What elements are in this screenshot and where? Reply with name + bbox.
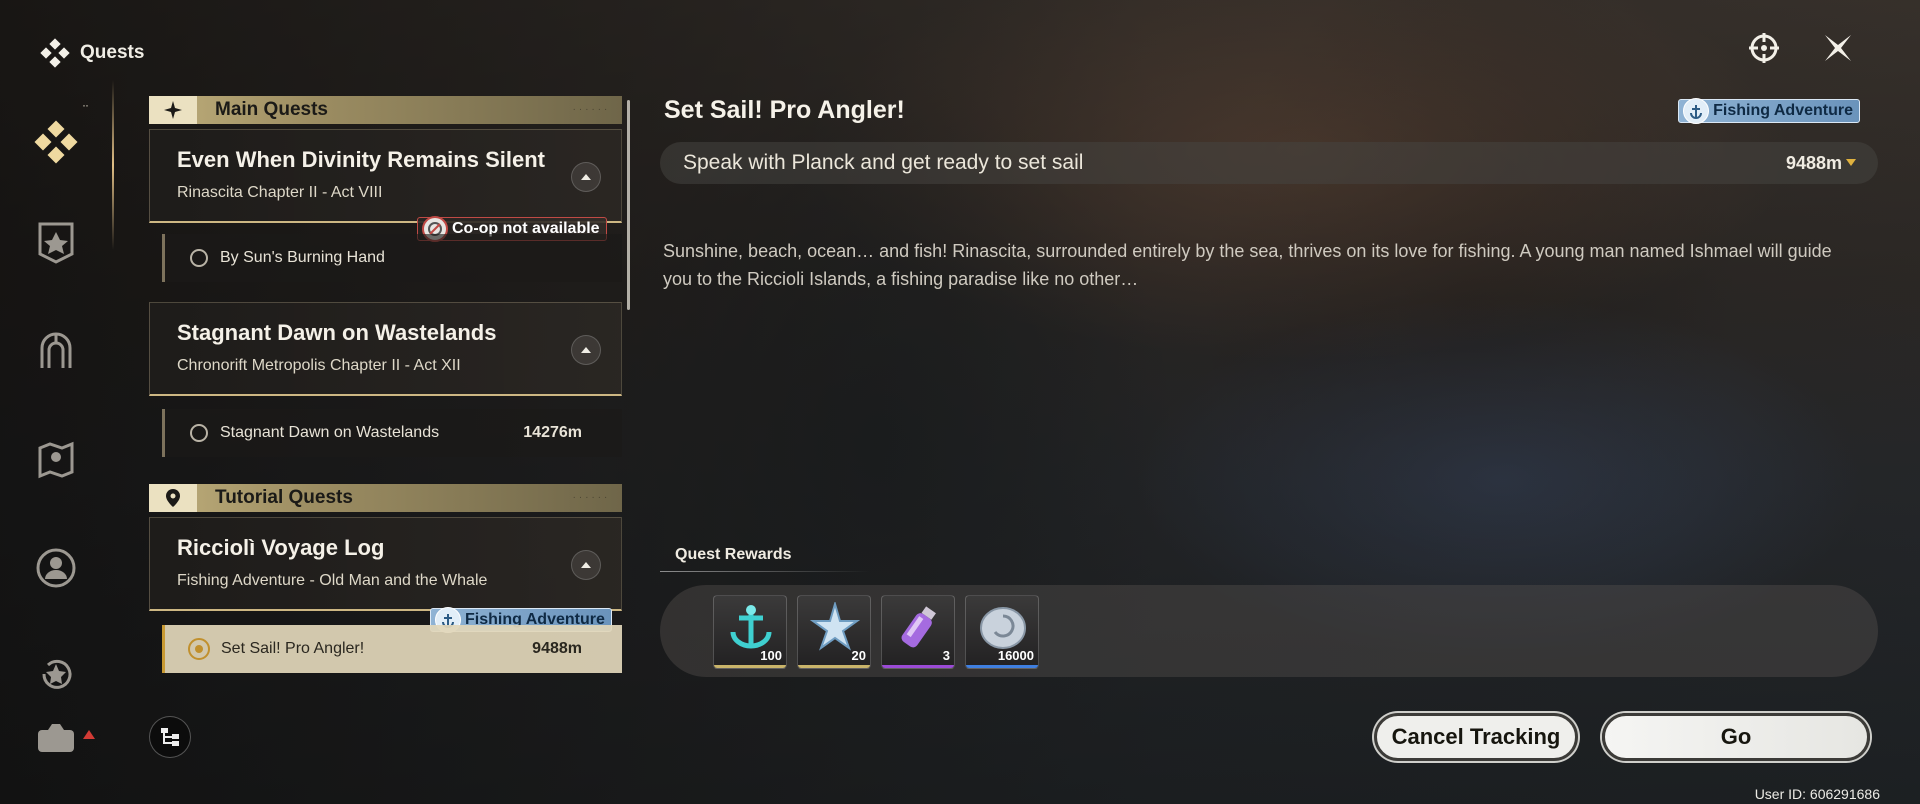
reward-count: 16000: [997, 648, 1034, 663]
tracked-step-icon: [188, 638, 210, 660]
detail-fishing-badge: Fishing Adventure: [1678, 98, 1860, 124]
rail-achievement-icon[interactable]: [34, 220, 78, 264]
cancel-tracking-button[interactable]: Cancel Tracking: [1374, 713, 1578, 761]
rail-dots: ··: [82, 98, 89, 112]
reward-item[interactable]: 100: [713, 595, 787, 669]
step-status-icon: [190, 424, 208, 442]
quest-step-set-sail[interactable]: Set Sail! Pro Angler! 9488m: [162, 625, 622, 673]
quest-tree-button[interactable]: [149, 716, 191, 758]
step-distance: 9488m: [532, 640, 582, 657]
fishing-anchor-icon: [1683, 98, 1710, 124]
detail-badge-text: Fishing Adventure: [1713, 102, 1853, 119]
go-button[interactable]: Go: [1602, 713, 1870, 761]
collapse-toggle-button[interactable]: [571, 550, 601, 580]
rail-map-icon[interactable]: [34, 438, 78, 482]
rewards-divider: [660, 571, 870, 572]
reward-count: 3: [942, 648, 950, 663]
quest-title: Even When Divinity Remains Silent: [177, 147, 545, 172]
section-tutorial-label: Tutorial Quests: [215, 487, 353, 508]
quests-logo-icon: [40, 38, 70, 68]
rail-history-icon[interactable]: [34, 652, 78, 696]
rail-quests-icon[interactable]: [34, 120, 78, 164]
rarity-bar: [714, 665, 786, 668]
rail-character-icon[interactable]: [34, 546, 78, 590]
anchor-crystal-icon: [730, 605, 772, 649]
left-rail: ··: [0, 80, 115, 760]
shell-coin-icon: [980, 607, 1026, 649]
reward-item[interactable]: 3: [881, 595, 955, 669]
section-main-quests[interactable]: Main Quests · · · · · ·: [149, 96, 622, 124]
star-shard-icon: [809, 602, 861, 651]
step-label: By Sun's Burning Hand: [220, 249, 385, 266]
quest-subtitle: Chronorift Metropolis Chapter II - Act X…: [177, 357, 461, 374]
quest-title: Ricciolì Voyage Log: [177, 535, 385, 560]
step-status-icon: [190, 249, 208, 267]
rail-alert-icon: [83, 730, 95, 739]
quest-description: Sunshine, beach, ocean… and fish! Rinasc…: [663, 241, 1832, 289]
distance-arrow-icon: [1846, 159, 1856, 166]
rail-arch-icon[interactable]: [34, 328, 78, 372]
collapse-toggle-button[interactable]: [571, 162, 601, 192]
step-label: Set Sail! Pro Angler!: [221, 640, 365, 657]
quest-card-voyage-log[interactable]: Ricciolì Voyage Log Fishing Adventure - …: [149, 517, 622, 611]
collapse-toggle-button[interactable]: [571, 335, 601, 365]
close-icon[interactable]: [1818, 28, 1858, 68]
app-title: Quests: [40, 38, 144, 68]
rail-camera-icon[interactable]: [34, 716, 78, 760]
main-quest-star-icon: [149, 96, 197, 124]
section-tutorial-quests[interactable]: Tutorial Quests · · · · · ·: [149, 484, 622, 512]
app-title-text: Quests: [80, 42, 145, 63]
section-decoration: · · · · · ·: [573, 106, 608, 114]
rail-highlight-line: [112, 80, 114, 250]
rarity-bar: [882, 665, 954, 668]
rewards-label: Quest Rewards: [675, 546, 792, 563]
quest-step-sun[interactable]: By Sun's Burning Hand: [162, 234, 622, 282]
potion-vial-icon: [901, 606, 936, 648]
quest-step-stagnant[interactable]: Stagnant Dawn on Wastelands 14276m: [162, 409, 622, 457]
user-id: User ID: 606291686: [1754, 786, 1880, 802]
reward-count: 20: [851, 648, 866, 663]
rarity-bar: [966, 665, 1038, 668]
rarity-bar: [798, 665, 870, 668]
quest-title: Stagnant Dawn on Wastelands: [177, 320, 497, 345]
tree-icon: [161, 728, 179, 746]
quest-subtitle: Fishing Adventure - Old Man and the Whal…: [177, 572, 488, 589]
quest-detail-title: Set Sail! Pro Angler!: [664, 96, 905, 124]
step-label: Stagnant Dawn on Wastelands: [220, 424, 440, 441]
track-target-icon[interactable]: [1744, 28, 1784, 68]
quest-list-scrollbar[interactable]: [627, 100, 630, 310]
tutorial-pin-icon: [149, 484, 197, 512]
section-decoration: · · · · · ·: [573, 494, 608, 502]
quest-objective[interactable]: Speak with Planck and get ready to set s…: [660, 142, 1878, 184]
section-main-label: Main Quests: [215, 99, 328, 120]
quest-card-stagnant-dawn[interactable]: Stagnant Dawn on Wastelands Chronorift M…: [149, 302, 622, 396]
reward-count: 100: [760, 648, 782, 663]
quest-card-divinity[interactable]: Even When Divinity Remains Silent Rinasc…: [149, 129, 622, 223]
objective-distance: 9488m: [1785, 152, 1842, 173]
quest-subtitle: Rinascita Chapter II - Act VIII: [177, 184, 383, 201]
reward-item[interactable]: 16000: [965, 595, 1039, 669]
objective-text: Speak with Planck and get ready to set s…: [683, 151, 1084, 174]
reward-item[interactable]: 20: [797, 595, 871, 669]
step-distance: 14276m: [523, 424, 582, 441]
